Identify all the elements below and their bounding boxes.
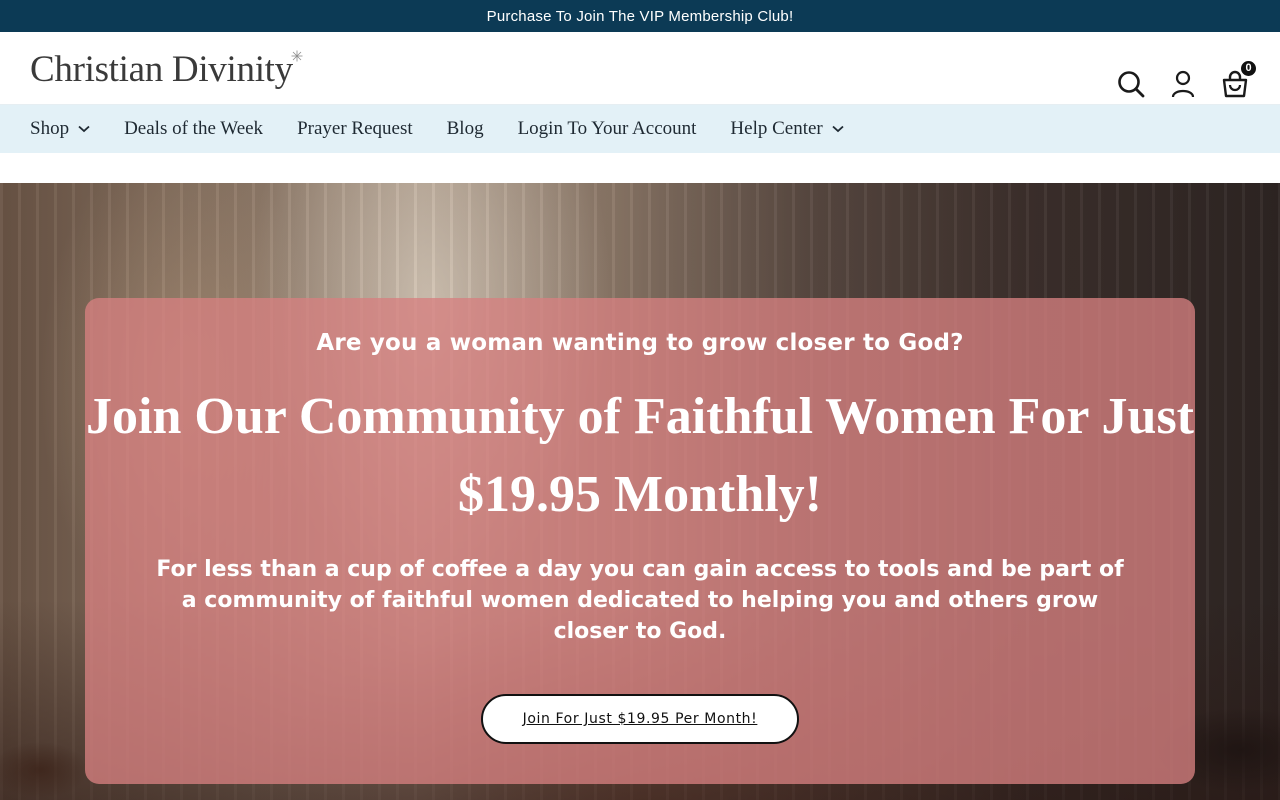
sparkle-icon bbox=[291, 50, 303, 62]
nav-item-shop[interactable]: Shop bbox=[30, 118, 90, 140]
main-nav: Shop Deals of the Week Prayer Request Bl… bbox=[0, 105, 1280, 153]
cart-count-badge: 0 bbox=[1241, 61, 1256, 76]
hero-title: Join Our Community of Faithful Women For… bbox=[86, 388, 1194, 523]
nav-item-label: Login To Your Account bbox=[517, 118, 697, 139]
nav-item-label: Blog bbox=[446, 118, 484, 139]
chevron-down-icon bbox=[832, 123, 844, 135]
announcement-bar: Purchase To Join The VIP Membership Club… bbox=[0, 0, 1280, 32]
site-logo[interactable]: Christian Divinity bbox=[30, 44, 305, 92]
spacer bbox=[0, 153, 1280, 183]
logo-text: Christian Divinity bbox=[30, 49, 293, 90]
search-icon[interactable] bbox=[1116, 69, 1146, 99]
join-button[interactable]: Join For Just $19.95 Per Month! bbox=[481, 694, 799, 744]
nav-item-prayer-request[interactable]: Prayer Request bbox=[297, 118, 413, 140]
hero-question: Are you a woman wanting to grow closer t… bbox=[316, 330, 964, 356]
chevron-down-icon bbox=[78, 123, 90, 135]
nav-item-label: Help Center bbox=[730, 118, 823, 139]
nav-item-label: Shop bbox=[30, 118, 70, 139]
nav-item-deals-of-the-week[interactable]: Deals of the Week bbox=[124, 118, 263, 140]
hero-banner: Are you a woman wanting to grow closer t… bbox=[0, 183, 1280, 800]
nav-item-help-center[interactable]: Help Center bbox=[730, 118, 844, 140]
user-icon[interactable] bbox=[1168, 69, 1198, 99]
nav-item-login[interactable]: Login To Your Account bbox=[518, 118, 697, 140]
hero-card: Are you a woman wanting to grow closer t… bbox=[85, 298, 1195, 784]
nav-item-label: Prayer Request bbox=[297, 118, 413, 139]
site-header: Christian Divinity 0 bbox=[0, 32, 1280, 105]
shopping-bag-icon[interactable]: 0 bbox=[1220, 61, 1256, 99]
hero-subtitle: For less than a cup of coffee a day you … bbox=[156, 557, 1124, 644]
announcement-link[interactable]: Purchase To Join The VIP Membership Club… bbox=[487, 8, 794, 25]
header-icons: 0 bbox=[1116, 61, 1256, 99]
nav-item-label: Deals of the Week bbox=[124, 118, 264, 139]
nav-item-blog[interactable]: Blog bbox=[447, 118, 484, 140]
